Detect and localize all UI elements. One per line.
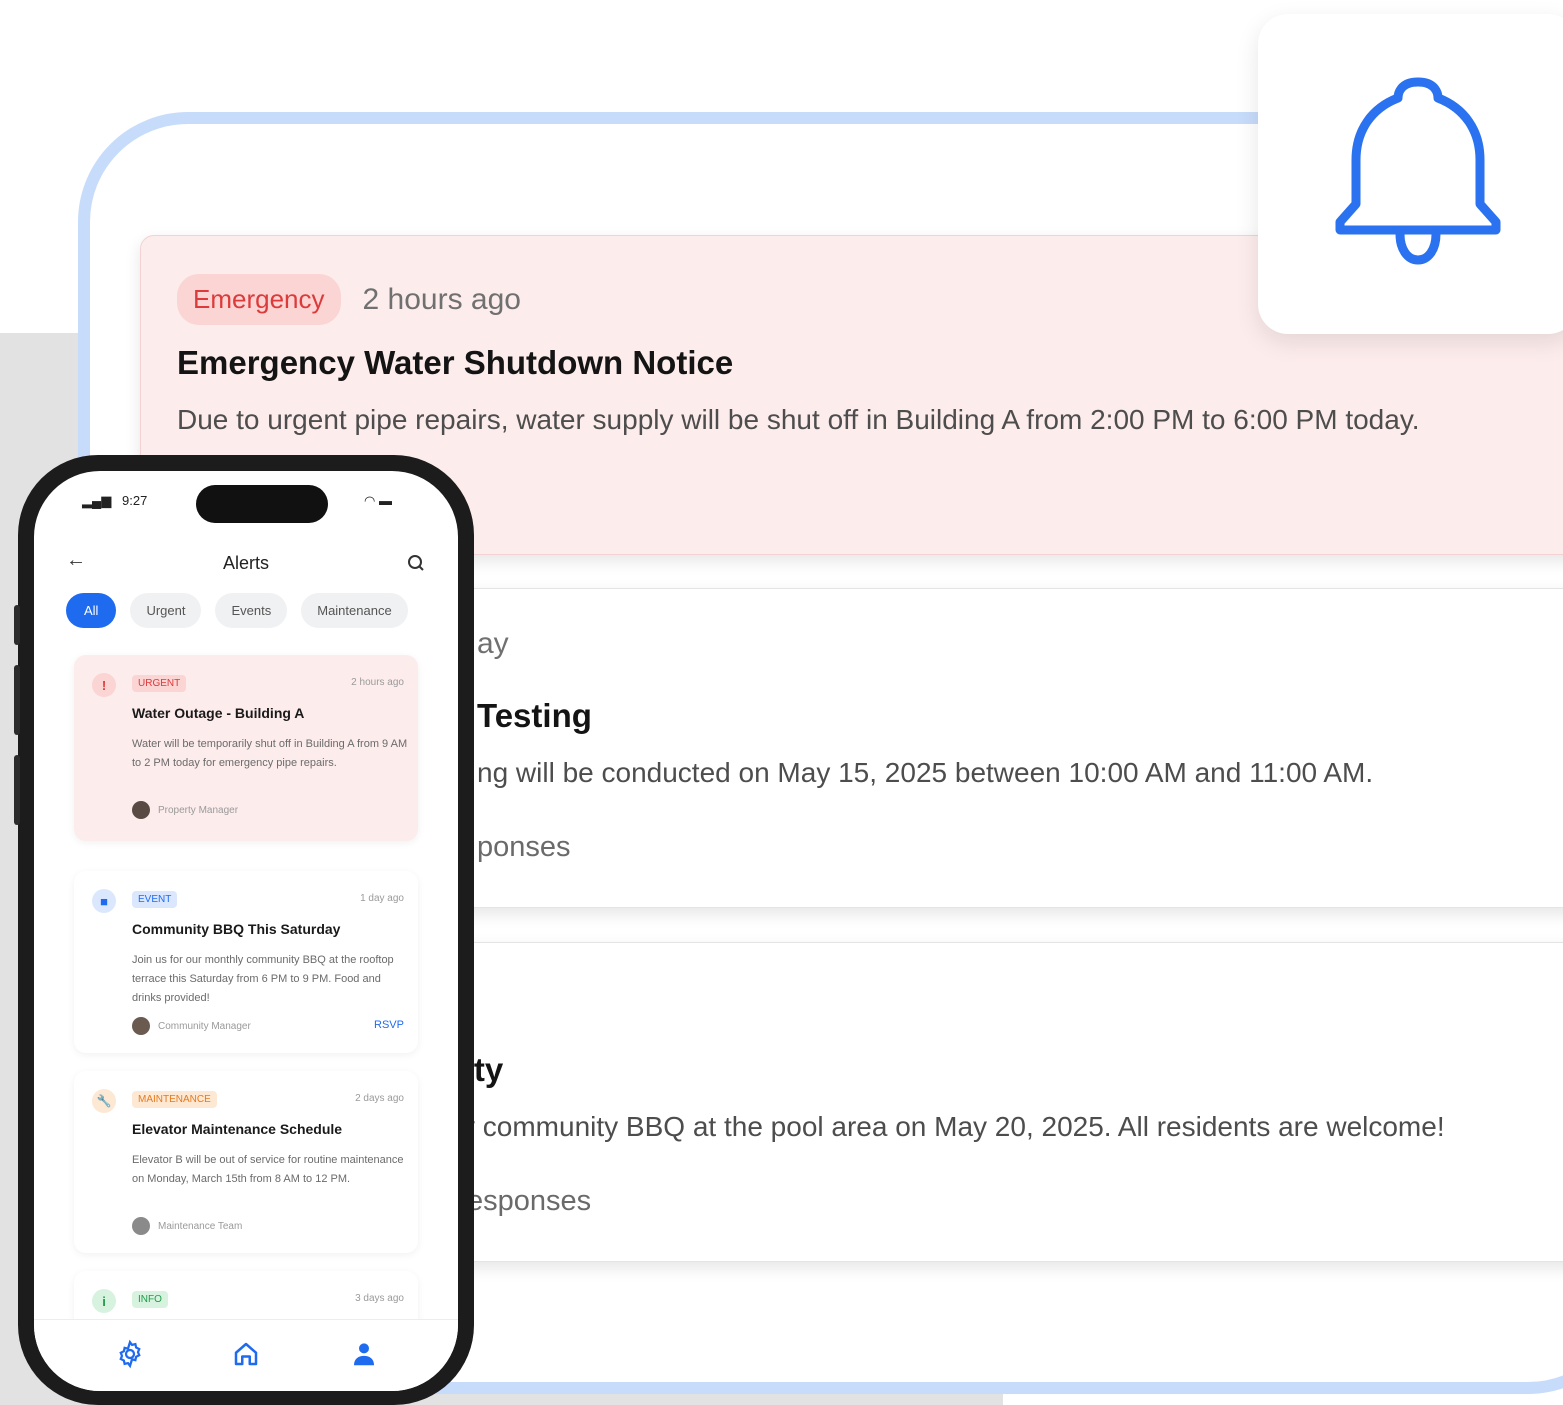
chip-maintenance[interactable]: Maintenance: [301, 593, 408, 628]
alert-badge: INFO: [132, 1291, 168, 1308]
bell-icon: [1335, 77, 1501, 265]
rsvp-button[interactable]: RSVP: [374, 1019, 404, 1031]
alert-author: Community Manager: [132, 1017, 251, 1035]
card-body: y community BBQ at the pool area on May …: [461, 1111, 1445, 1142]
card-title: Emergency Water Shutdown Notice: [177, 344, 734, 381]
alert-exclamation-icon: !: [92, 673, 116, 697]
calendar-icon: ■: [92, 889, 116, 913]
avatar: [132, 801, 150, 819]
alert-time: 2 days ago: [355, 1093, 404, 1104]
responses-label: ponses: [477, 831, 571, 863]
phone-mockup: ▂▄▆ 9:27 ◠ ▬ ← Alerts All Urgent Events …: [14, 455, 474, 1405]
card-responses[interactable]: ponses: [477, 831, 571, 864]
card-meta: Emergency 2 hours ago: [177, 274, 521, 325]
chip-urgent[interactable]: Urgent: [130, 593, 202, 628]
chip-events[interactable]: Events: [215, 593, 288, 628]
alert-item-maintenance[interactable]: 🔧 MAINTENANCE 2 days ago Elevator Mainte…: [74, 1071, 418, 1253]
notification-tile: [1258, 14, 1563, 334]
filter-chips: All Urgent Events Maintenance: [66, 593, 408, 628]
alert-item-urgent[interactable]: ! URGENT 2 hours ago Water Outage - Buil…: [74, 655, 418, 841]
alert-badge: EVENT: [132, 891, 178, 908]
page-title: Alerts: [222, 553, 269, 573]
chip-all[interactable]: All: [66, 593, 117, 628]
alert-body: Join us for our monthly community BBQ at…: [132, 954, 394, 1004]
author-name: Property Manager: [158, 804, 239, 816]
gear-icon: [119, 1339, 141, 1369]
card-title: Testing: [477, 697, 592, 734]
avatar: [132, 1217, 150, 1235]
responses-label: esponses: [467, 1185, 592, 1217]
alert-title: Elevator Maintenance Schedule: [132, 1121, 343, 1137]
tab-settings[interactable]: [110, 1334, 150, 1374]
alert-body: Elevator B will be out of service for ro…: [132, 1154, 404, 1185]
signal-icon: ▂▄▆: [82, 493, 112, 508]
phone-button: [14, 605, 20, 645]
user-icon: [354, 1343, 374, 1366]
alert-author: Property Manager: [132, 801, 238, 819]
wifi-battery-icon: ◠ ▬: [364, 493, 392, 508]
wrench-icon: 🔧: [92, 1089, 116, 1113]
card-responses[interactable]: esponses: [467, 1185, 591, 1218]
emergency-badge: Emergency: [177, 274, 341, 325]
avatar: [132, 1017, 150, 1035]
alert-body: Water will be temporarily shut off in Bu…: [132, 738, 408, 769]
phone-button: [14, 665, 20, 735]
author-name: Maintenance Team: [158, 1220, 243, 1232]
card-body: Due to urgent pipe repairs, water supply…: [177, 404, 1420, 435]
info-icon: i: [92, 1289, 116, 1313]
card-time: ay: [477, 627, 509, 660]
app-header: ← Alerts: [34, 543, 458, 579]
alert-title: Water Outage - Building A: [132, 705, 305, 721]
tab-home[interactable]: [226, 1334, 266, 1374]
status-time: 9:27: [122, 493, 148, 508]
alert-badge: MAINTENANCE: [132, 1091, 217, 1108]
card-time: 2 hours ago: [362, 282, 521, 316]
dynamic-island: [196, 485, 328, 523]
author-name: Community Manager: [158, 1020, 251, 1032]
alert-author: Maintenance Team: [132, 1217, 242, 1235]
card-body: ng will be conducted on May 15, 2025 bet…: [477, 757, 1374, 788]
phone-button: [14, 755, 20, 825]
alert-title: Community BBQ This Saturday: [132, 921, 341, 937]
alert-badge: URGENT: [132, 675, 187, 692]
bottom-tab-bar: [34, 1319, 458, 1391]
phone-screen: ▂▄▆ 9:27 ◠ ▬ ← Alerts All Urgent Events …: [34, 471, 458, 1391]
alert-time: 3 days ago: [355, 1293, 404, 1304]
search-icon[interactable]: [406, 553, 426, 573]
home-icon: [234, 1342, 258, 1366]
alert-time: 1 day ago: [360, 893, 404, 904]
tab-profile[interactable]: [344, 1334, 384, 1374]
alert-time: 2 hours ago: [351, 677, 404, 688]
alert-item-event[interactable]: ■ EVENT 1 day ago Community BBQ This Sat…: [74, 871, 418, 1053]
